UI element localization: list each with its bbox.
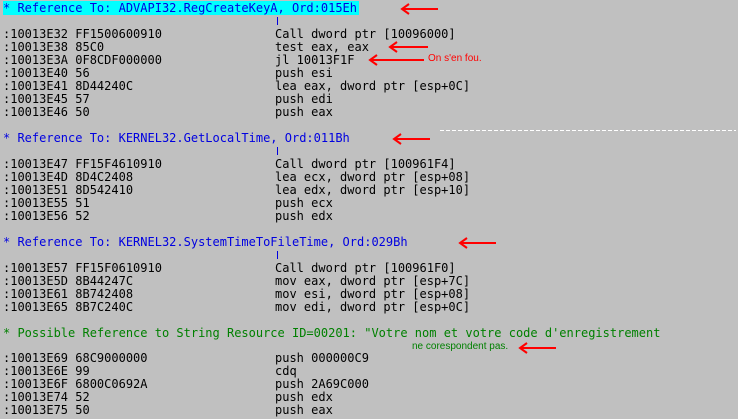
row-address: :10013E75 50: [3, 403, 90, 417]
flow-tick: [277, 147, 278, 155]
flow-tick: [277, 17, 278, 25]
string-continuation: ne corespondent pas.: [412, 341, 509, 352]
row-instruction: push eax: [275, 105, 333, 119]
red-arrow-icon: [388, 41, 428, 53]
row-address: :10013E46 50: [3, 105, 90, 119]
red-arrow-icon: [392, 133, 430, 145]
reference-line: * Reference To: ADVAPI32.RegCreateKeyA, …: [3, 1, 360, 15]
red-arrow-icon: [368, 54, 424, 66]
reference-line: * Reference To: KERNEL32.GetLocalTime, O…: [3, 131, 350, 145]
jl-annotation: On s'en fou.: [428, 53, 482, 64]
red-arrow-icon: [400, 3, 438, 15]
row-address: :10013E65 8B7C240C: [3, 300, 134, 314]
row-instruction: mov edi, dword ptr [esp+0C]: [275, 300, 471, 314]
dashed-separator: [440, 130, 736, 131]
red-arrow-icon: [518, 342, 556, 354]
string-reference-line: * Possible Reference to String Resource …: [3, 326, 661, 340]
flow-tick: [277, 251, 278, 259]
red-arrow-icon: [458, 237, 496, 249]
row-instruction: push edx: [275, 209, 333, 223]
reference-text-highlighted: * Reference To: ADVAPI32.RegCreateKeyA, …: [3, 1, 360, 15]
row-address: :10013E56 52: [3, 209, 90, 223]
reference-line: * Reference To: KERNEL32.SystemTimeToFil…: [3, 235, 408, 249]
row-instruction: push eax: [275, 403, 333, 417]
